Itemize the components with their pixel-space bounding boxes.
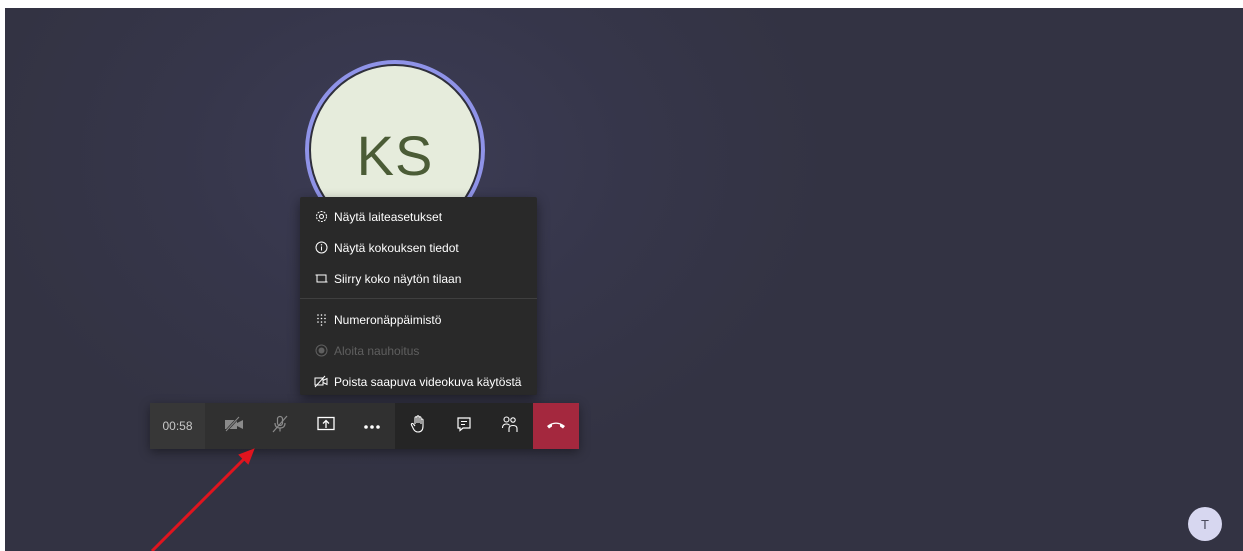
media-controls bbox=[205, 403, 395, 449]
menu-item-label: Siirry koko näytön tilaan bbox=[334, 271, 462, 286]
camera-toggle-button[interactable] bbox=[211, 403, 257, 449]
gear-icon bbox=[314, 210, 328, 224]
avatar-initials: KS bbox=[356, 123, 434, 187]
chat-button[interactable] bbox=[441, 403, 487, 449]
camera-off-icon bbox=[224, 415, 244, 437]
meeting-stage: KS Näytä laiteasetukset Näytä kokouksen … bbox=[5, 8, 1243, 551]
menu-item-disable-incoming-video[interactable]: Poista saapuva videokuva käytöstä bbox=[300, 366, 537, 397]
share-screen-icon bbox=[317, 416, 335, 437]
menu-item-device-settings[interactable]: Näytä laiteasetukset bbox=[300, 201, 537, 232]
video-off-icon bbox=[314, 375, 328, 389]
fullscreen-icon bbox=[314, 272, 328, 286]
participants-button[interactable] bbox=[487, 403, 533, 449]
meeting-controls bbox=[395, 403, 579, 449]
participants-icon bbox=[501, 415, 519, 438]
more-icon bbox=[363, 417, 381, 435]
raise-hand-button[interactable] bbox=[395, 403, 441, 449]
menu-item-dial-pad[interactable]: Numeronäppäimistö bbox=[300, 304, 537, 335]
menu-item-label: Aloita nauhoitus bbox=[334, 343, 420, 358]
more-actions-menu: Näytä laiteasetukset Näytä kokouksen tie… bbox=[300, 197, 537, 395]
mic-toggle-button[interactable] bbox=[257, 403, 303, 449]
menu-item-label: Numeronäppäimistö bbox=[334, 312, 442, 327]
menu-item-start-recording: Aloita nauhoitus bbox=[300, 335, 537, 366]
hangup-icon bbox=[546, 417, 566, 435]
menu-divider bbox=[300, 298, 537, 299]
keypad-icon bbox=[314, 313, 328, 327]
share-screen-button[interactable] bbox=[303, 403, 349, 449]
menu-item-label: Poista saapuva videokuva käytöstä bbox=[334, 374, 522, 389]
more-actions-button[interactable] bbox=[349, 403, 395, 449]
chat-icon bbox=[456, 416, 472, 437]
record-icon bbox=[314, 344, 328, 358]
call-timer: 00:58 bbox=[150, 403, 205, 449]
user-avatar[interactable]: T bbox=[1188, 507, 1222, 541]
info-icon bbox=[314, 241, 328, 255]
menu-item-label: Näytä laiteasetukset bbox=[334, 209, 443, 224]
menu-item-label: Näytä kokouksen tiedot bbox=[334, 240, 459, 255]
menu-item-fullscreen[interactable]: Siirry koko näytön tilaan bbox=[300, 263, 537, 294]
menu-item-meeting-info[interactable]: Näytä kokouksen tiedot bbox=[300, 232, 537, 263]
raise-hand-icon bbox=[410, 414, 426, 438]
hangup-button[interactable] bbox=[533, 403, 579, 449]
mic-off-icon bbox=[271, 415, 289, 438]
call-controls-toolbar: 00:58 bbox=[150, 403, 579, 449]
